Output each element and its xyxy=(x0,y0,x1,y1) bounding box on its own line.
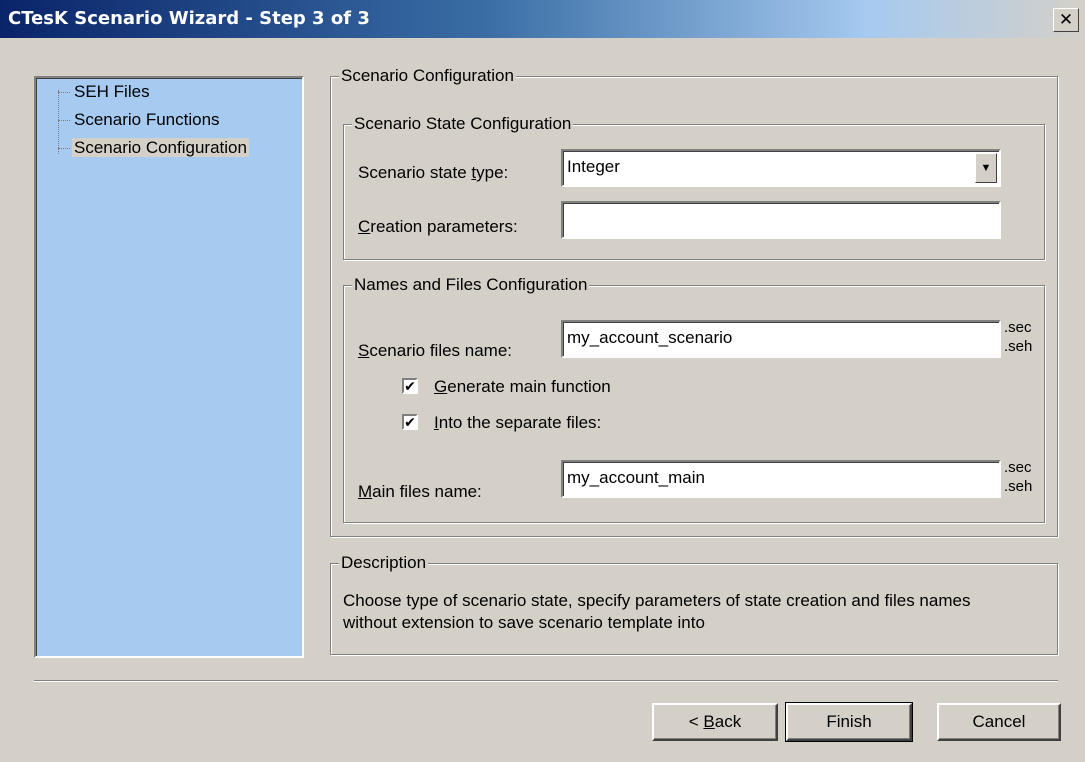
group-legend: Description xyxy=(339,552,429,574)
close-icon: ✕ xyxy=(1058,10,1074,29)
tree-item-label: SEH Files xyxy=(74,82,150,101)
state-type-select[interactable]: Integer ▼ xyxy=(561,149,1001,187)
separate-files-label: Into the separate files: xyxy=(434,413,602,432)
group-legend: Names and Files Configuration xyxy=(352,274,590,296)
separate-files-checkbox[interactable]: ✔ xyxy=(402,414,418,430)
title-bar: CTesK Scenario Wizard - Step 3 of 3 ✕ xyxy=(0,0,1085,38)
creation-parameters-input[interactable] xyxy=(561,201,1001,239)
cancel-button[interactable]: Cancel xyxy=(937,703,1061,741)
scenario-files-input[interactable]: my_account_scenario xyxy=(561,320,1001,358)
names-files-group: Names and Files Configuration Scenario f… xyxy=(343,274,1045,523)
seh-extension-label: .seh xyxy=(1004,478,1033,495)
description-text: Choose type of scenario state, specify p… xyxy=(343,591,971,632)
tree-item-label: Scenario Configuration xyxy=(72,138,249,157)
description-group: Description Choose type of scenario stat… xyxy=(330,552,1058,655)
state-type-value: Integer xyxy=(567,157,620,176)
chevron-down-icon: ▼ xyxy=(980,162,992,174)
tree-item-seh-files[interactable]: SEH Files xyxy=(58,80,152,104)
sec-extension-label: .sec xyxy=(1004,459,1032,476)
tree-item-label: Scenario Functions xyxy=(74,110,220,129)
group-legend: Scenario State Configuration xyxy=(352,113,574,135)
state-type-label: Scenario state type: xyxy=(358,163,509,182)
check-icon: ✔ xyxy=(404,414,416,430)
tree-item-scenario-configuration[interactable]: Scenario Configuration xyxy=(58,136,249,160)
scenario-state-group: Scenario State Configuration Scenario st… xyxy=(343,113,1045,260)
creation-parameters-label: Creation parameters: xyxy=(358,217,518,236)
close-button[interactable]: ✕ xyxy=(1053,8,1079,32)
tree-item-scenario-functions[interactable]: Scenario Functions xyxy=(58,108,222,132)
main-files-label: Main files name: xyxy=(358,482,482,501)
separator xyxy=(34,680,1058,682)
dropdown-button[interactable]: ▼ xyxy=(975,153,997,183)
check-icon: ✔ xyxy=(404,378,416,394)
seh-extension-label: .seh xyxy=(1004,338,1033,355)
main-files-input[interactable]: my_account_main xyxy=(561,460,1001,498)
group-legend: Scenario Configuration xyxy=(339,65,516,87)
wizard-steps-tree: SEH Files Scenario Functions Scenario Co… xyxy=(34,76,304,658)
window-title: CTesK Scenario Wizard - Step 3 of 3 xyxy=(8,8,370,29)
sec-extension-label: .sec xyxy=(1004,319,1032,336)
main-files-value: my_account_main xyxy=(567,468,705,487)
scenario-files-label: Scenario files name: xyxy=(358,341,513,360)
generate-main-checkbox[interactable]: ✔ xyxy=(402,378,418,394)
scenario-files-value: my_account_scenario xyxy=(567,328,733,347)
generate-main-label: Generate main function xyxy=(434,377,611,396)
back-button[interactable]: < Back xyxy=(652,703,778,741)
scenario-configuration-group: Scenario Configuration Scenario State Co… xyxy=(330,65,1058,537)
finish-button[interactable]: Finish xyxy=(785,702,913,742)
